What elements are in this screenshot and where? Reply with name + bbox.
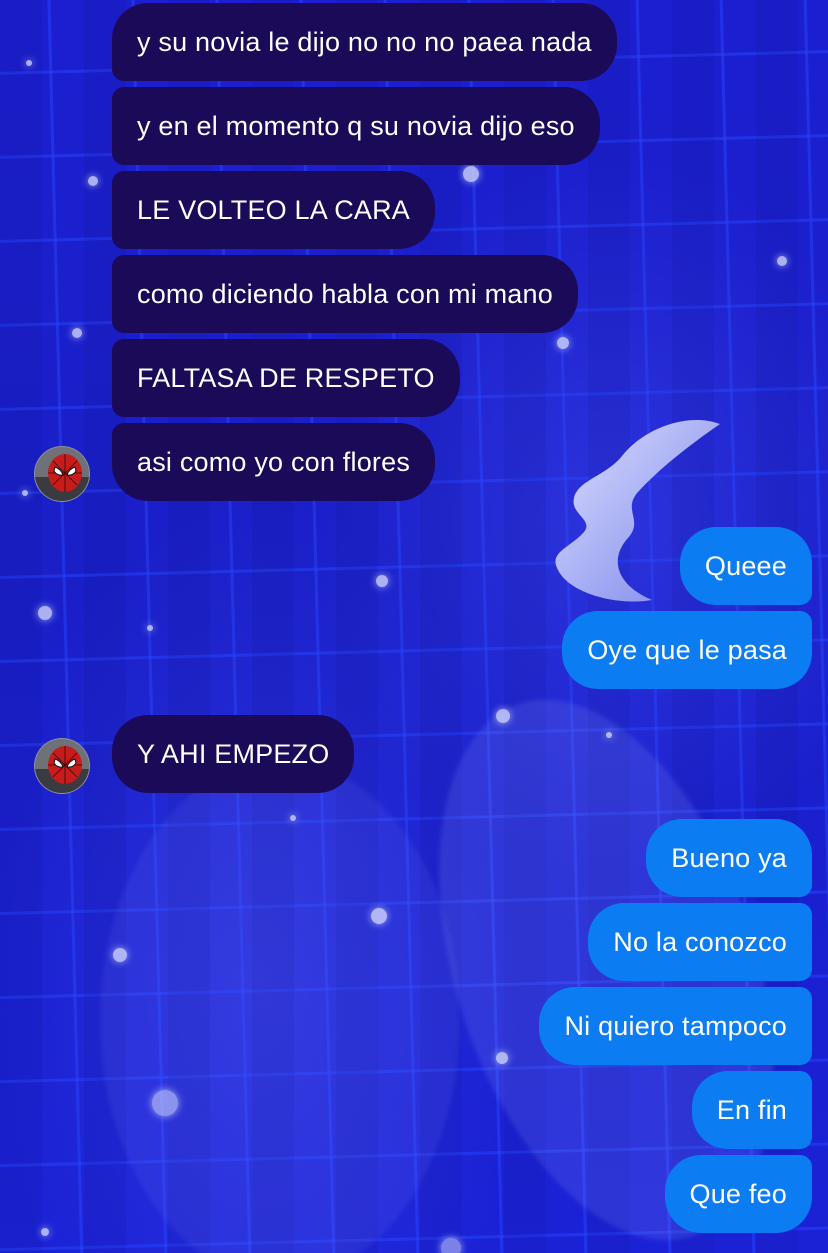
incoming-message[interactable]: Y AHI EMPEZO [112, 715, 355, 793]
incoming-message[interactable]: LE VOLTEO LA CARA [112, 171, 436, 249]
outgoing-message[interactable]: Oye que le pasa [562, 611, 812, 689]
outgoing-message[interactable]: Que feo [664, 1155, 812, 1233]
contact-avatar[interactable] [34, 446, 90, 502]
outgoing-message[interactable]: Bueno ya [646, 819, 812, 897]
outgoing-message[interactable]: En fin [691, 1071, 812, 1149]
incoming-message[interactable]: asi como yo con flores [112, 423, 436, 501]
incoming-message[interactable]: como diciendo habla con mi mano [112, 255, 578, 333]
spiderman-avatar-icon [35, 739, 89, 793]
contact-avatar[interactable] [34, 738, 90, 794]
incoming-message[interactable]: y su novia le dijo no no no paea nada [112, 3, 617, 81]
outgoing-message[interactable]: Queee [679, 527, 812, 605]
message-thread: y su novia le dijo no no no paea nada y … [0, 0, 828, 1253]
incoming-message[interactable]: FALTASA DE RESPETO [112, 339, 460, 417]
outgoing-message[interactable]: Ni quiero tampoco [539, 987, 812, 1065]
spiderman-avatar-icon [35, 447, 89, 501]
outgoing-message[interactable]: No la conozco [588, 903, 812, 981]
incoming-message[interactable]: y en el momento q su novia dijo eso [112, 87, 600, 165]
